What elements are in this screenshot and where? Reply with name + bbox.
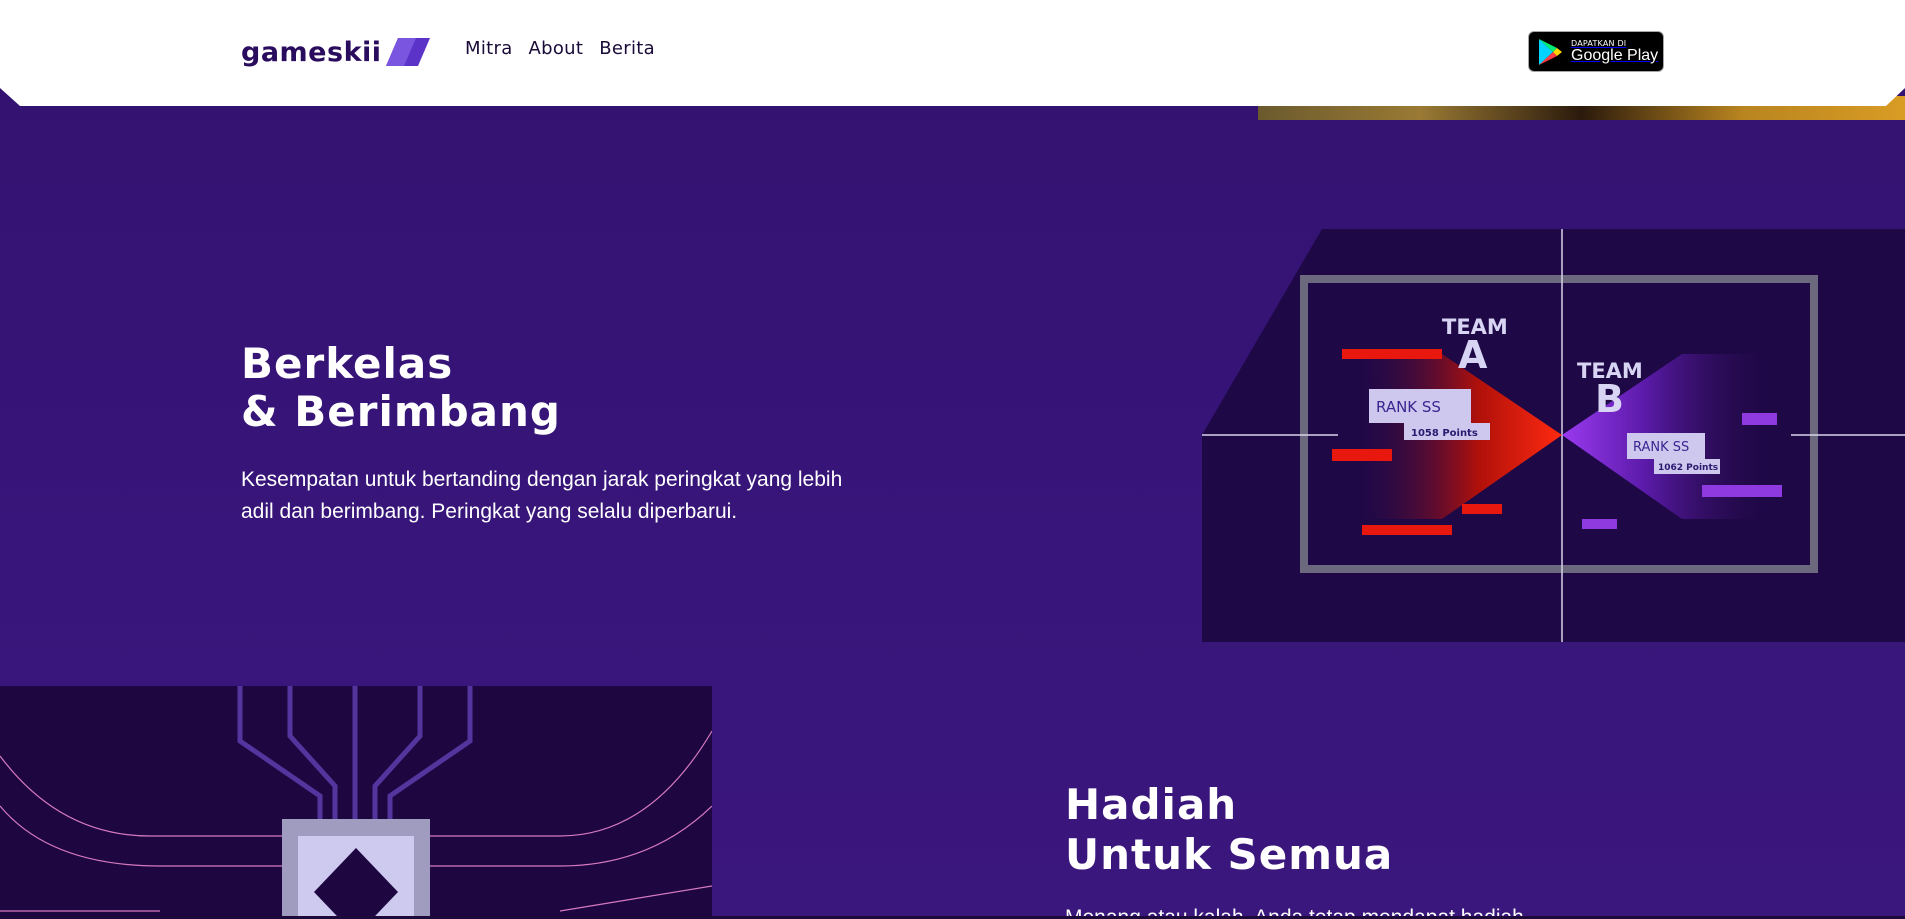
team-rank-illustration: TEAM A RANK SS 1058 Points TEAM B RANK S…: [1202, 229, 1905, 642]
google-play-icon: [1539, 38, 1562, 65]
logo-text: gameskii: [241, 36, 382, 68]
team-a-points: 1058 Points: [1411, 428, 1478, 439]
team-a-letter: A: [1458, 333, 1488, 377]
title-line1: Berkelas: [241, 339, 454, 388]
nav-about[interactable]: About: [529, 38, 584, 59]
title-line1: Hadiah: [1065, 780, 1238, 829]
title-line2: & Berimbang: [241, 387, 561, 436]
team-a-rank: RANK SS: [1376, 398, 1441, 416]
main-nav: Mitra About Berita: [465, 38, 655, 59]
logo-mark-icon: [385, 38, 430, 66]
logo[interactable]: gameskii: [241, 34, 430, 70]
nav-berita[interactable]: Berita: [599, 38, 655, 59]
site-header: gameskii Mitra About Berita DAPATKAN DI …: [0, 0, 1905, 106]
store-badge-name: Google Play: [1571, 46, 1659, 64]
section-title-hadiah: Hadiah Untuk Semua: [1065, 780, 1393, 880]
team-b-rank: RANK SS: [1633, 440, 1689, 455]
nav-mitra[interactable]: Mitra: [465, 38, 513, 59]
team-b-points: 1062 Points: [1658, 463, 1718, 473]
title-line2: Untuk Semua: [1065, 830, 1394, 879]
team-b-letter: B: [1595, 377, 1624, 421]
section-title-berkelas: Berkelas & Berimbang: [241, 340, 561, 436]
chip-illustration: [0, 686, 712, 919]
google-play-button[interactable]: DAPATKAN DI Google Play: [1528, 31, 1664, 72]
section-description: Kesempatan untuk bertanding dengan jarak…: [241, 468, 843, 523]
